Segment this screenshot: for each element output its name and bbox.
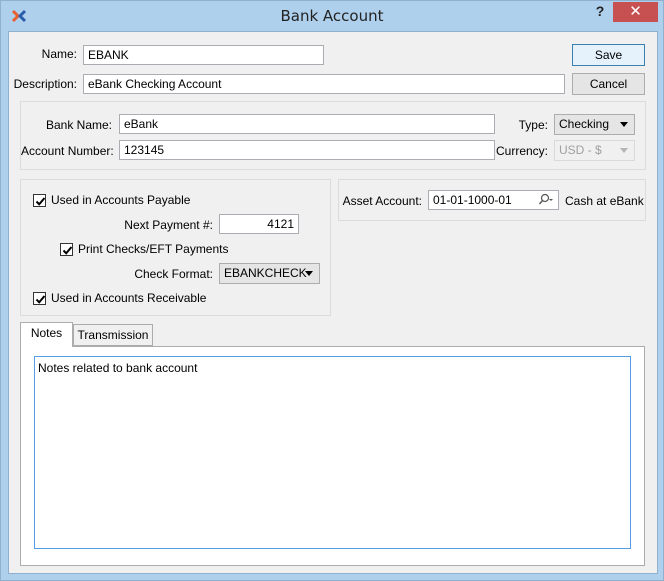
bank-details-group: Bank Name: eBank Account Number: 123145 …: [20, 101, 646, 170]
asset-account-description: Cash at eBank: [565, 194, 644, 208]
type-select[interactable]: Checking: [554, 114, 635, 135]
used-in-ap-label: Used in Accounts Payable: [51, 193, 191, 207]
name-label: Name:: [41, 47, 77, 61]
asset-account-label: Asset Account:: [342, 194, 422, 208]
used-in-ap-checkbox[interactable]: Used in Accounts Payable: [33, 193, 190, 207]
asset-account-value: 01-01-1000-01: [433, 193, 512, 207]
currency-select: USD - $: [554, 140, 635, 161]
used-in-ar-checkbox[interactable]: Used in Accounts Receivable: [33, 291, 206, 305]
chevron-down-icon: [620, 122, 628, 127]
next-payment-input[interactable]: 4121: [219, 214, 299, 234]
chevron-down-icon: [620, 148, 628, 153]
description-label: Description:: [13, 77, 77, 91]
bank-name-label: Bank Name:: [45, 118, 112, 132]
checkmark-icon: [35, 196, 46, 206]
name-input[interactable]: EBANK: [83, 45, 324, 65]
cancel-button[interactable]: Cancel: [572, 73, 645, 95]
check-format-select[interactable]: EBANKCHECK: [219, 263, 320, 284]
dialog-body: Name: EBANK Description: eBank Checking …: [8, 31, 658, 574]
currency-value: USD - $: [559, 143, 602, 157]
description-input[interactable]: eBank Checking Account: [83, 74, 565, 94]
close-button[interactable]: ✕: [613, 2, 658, 22]
type-value: Checking: [559, 117, 610, 131]
check-format-value: EBANKCHECK: [224, 266, 307, 280]
checkmark-icon: [35, 294, 46, 304]
asset-account-group: Asset Account: 01-01-1000-01 Cash at eBa…: [338, 179, 646, 221]
print-checks-checkbox[interactable]: Print Checks/EFT Payments: [60, 242, 229, 256]
used-in-ar-label: Used in Accounts Receivable: [51, 291, 207, 305]
checkbox-box: [33, 291, 46, 305]
chevron-down-icon: [305, 271, 313, 276]
check-format-label: Check Format:: [134, 267, 213, 281]
print-checks-label: Print Checks/EFT Payments: [78, 242, 229, 256]
bank-name-input[interactable]: eBank: [119, 114, 495, 134]
next-payment-label: Next Payment #:: [124, 218, 213, 232]
notes-tab-pane: Notes related to bank account: [20, 346, 645, 566]
tab-transmission[interactable]: Transmission: [73, 324, 153, 346]
checkbox-box: [60, 242, 73, 256]
currency-label: Currency:: [495, 144, 548, 158]
notes-textarea[interactable]: Notes related to bank account: [34, 356, 631, 549]
checkmark-icon: [62, 245, 73, 255]
tab-notes[interactable]: Notes: [20, 322, 73, 347]
checkbox-box: [33, 193, 46, 207]
title-bar[interactable]: Bank Account ? ✕: [1, 1, 663, 31]
payables-group: Used in Accounts Payable Next Payment #:…: [20, 179, 331, 316]
account-number-label: Account Number:: [21, 144, 114, 158]
close-icon: ✕: [629, 2, 642, 20]
account-number-input[interactable]: 123145: [119, 140, 495, 160]
search-icon[interactable]: [538, 193, 554, 209]
help-button[interactable]: ?: [591, 3, 609, 21]
type-label: Type:: [518, 118, 548, 132]
bank-account-window: Bank Account ? ✕ Name: EBANK Description…: [0, 0, 664, 581]
window-title: Bank Account: [280, 7, 384, 25]
save-button[interactable]: Save: [572, 44, 645, 66]
asset-account-input[interactable]: 01-01-1000-01: [428, 190, 559, 210]
